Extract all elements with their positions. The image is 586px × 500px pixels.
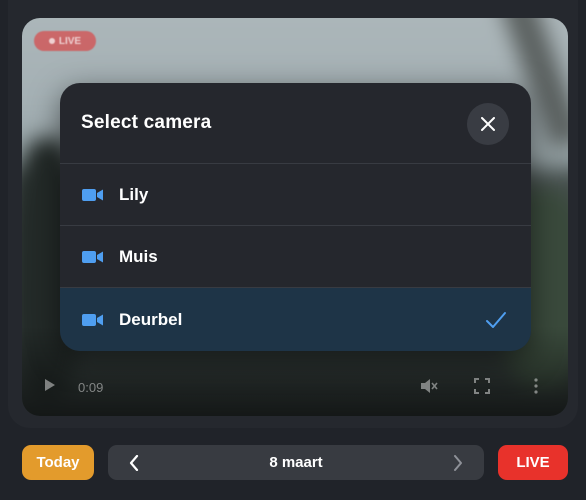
camera-option-label: Deurbel [119, 309, 183, 329]
live-button[interactable]: LIVE [498, 445, 568, 480]
date-navigator: 8 maart [108, 445, 484, 480]
camera-option-muis[interactable]: Muis [60, 226, 531, 288]
chevron-right-icon[interactable] [438, 445, 478, 480]
video-controls: 0:09 [22, 372, 568, 402]
video-camera-icon [82, 249, 104, 265]
close-button[interactable] [467, 103, 509, 145]
live-badge-label: LIVE [58, 35, 82, 47]
camera-option-label: Muis [119, 246, 158, 266]
video-camera-icon [82, 187, 104, 203]
select-camera-modal: Select camera Lily Muis Deurbel [60, 83, 531, 351]
date-label: 8 maart [269, 454, 323, 471]
checkmark-icon [485, 309, 507, 331]
play-icon[interactable] [44, 378, 56, 392]
modal-title: Select camera [81, 112, 212, 133]
close-icon [481, 117, 495, 131]
volume-muted-icon[interactable] [420, 378, 438, 394]
video-camera-icon [82, 312, 104, 328]
modal-header: Select camera [60, 83, 531, 164]
video-time: 0:09 [78, 380, 104, 395]
today-button[interactable]: Today [22, 445, 94, 480]
camera-option-label: Lily [119, 184, 149, 204]
more-vertical-icon[interactable] [534, 378, 538, 394]
camera-page: LIVE 0:09 Select camera Lily Muis Deurbe… [0, 0, 586, 500]
fullscreen-icon[interactable] [474, 378, 490, 394]
camera-option-lily[interactable]: Lily [60, 164, 531, 226]
live-indicator-badge: LIVE [34, 31, 96, 51]
live-dot-icon [48, 38, 55, 44]
camera-option-deurbel[interactable]: Deurbel [60, 288, 531, 351]
